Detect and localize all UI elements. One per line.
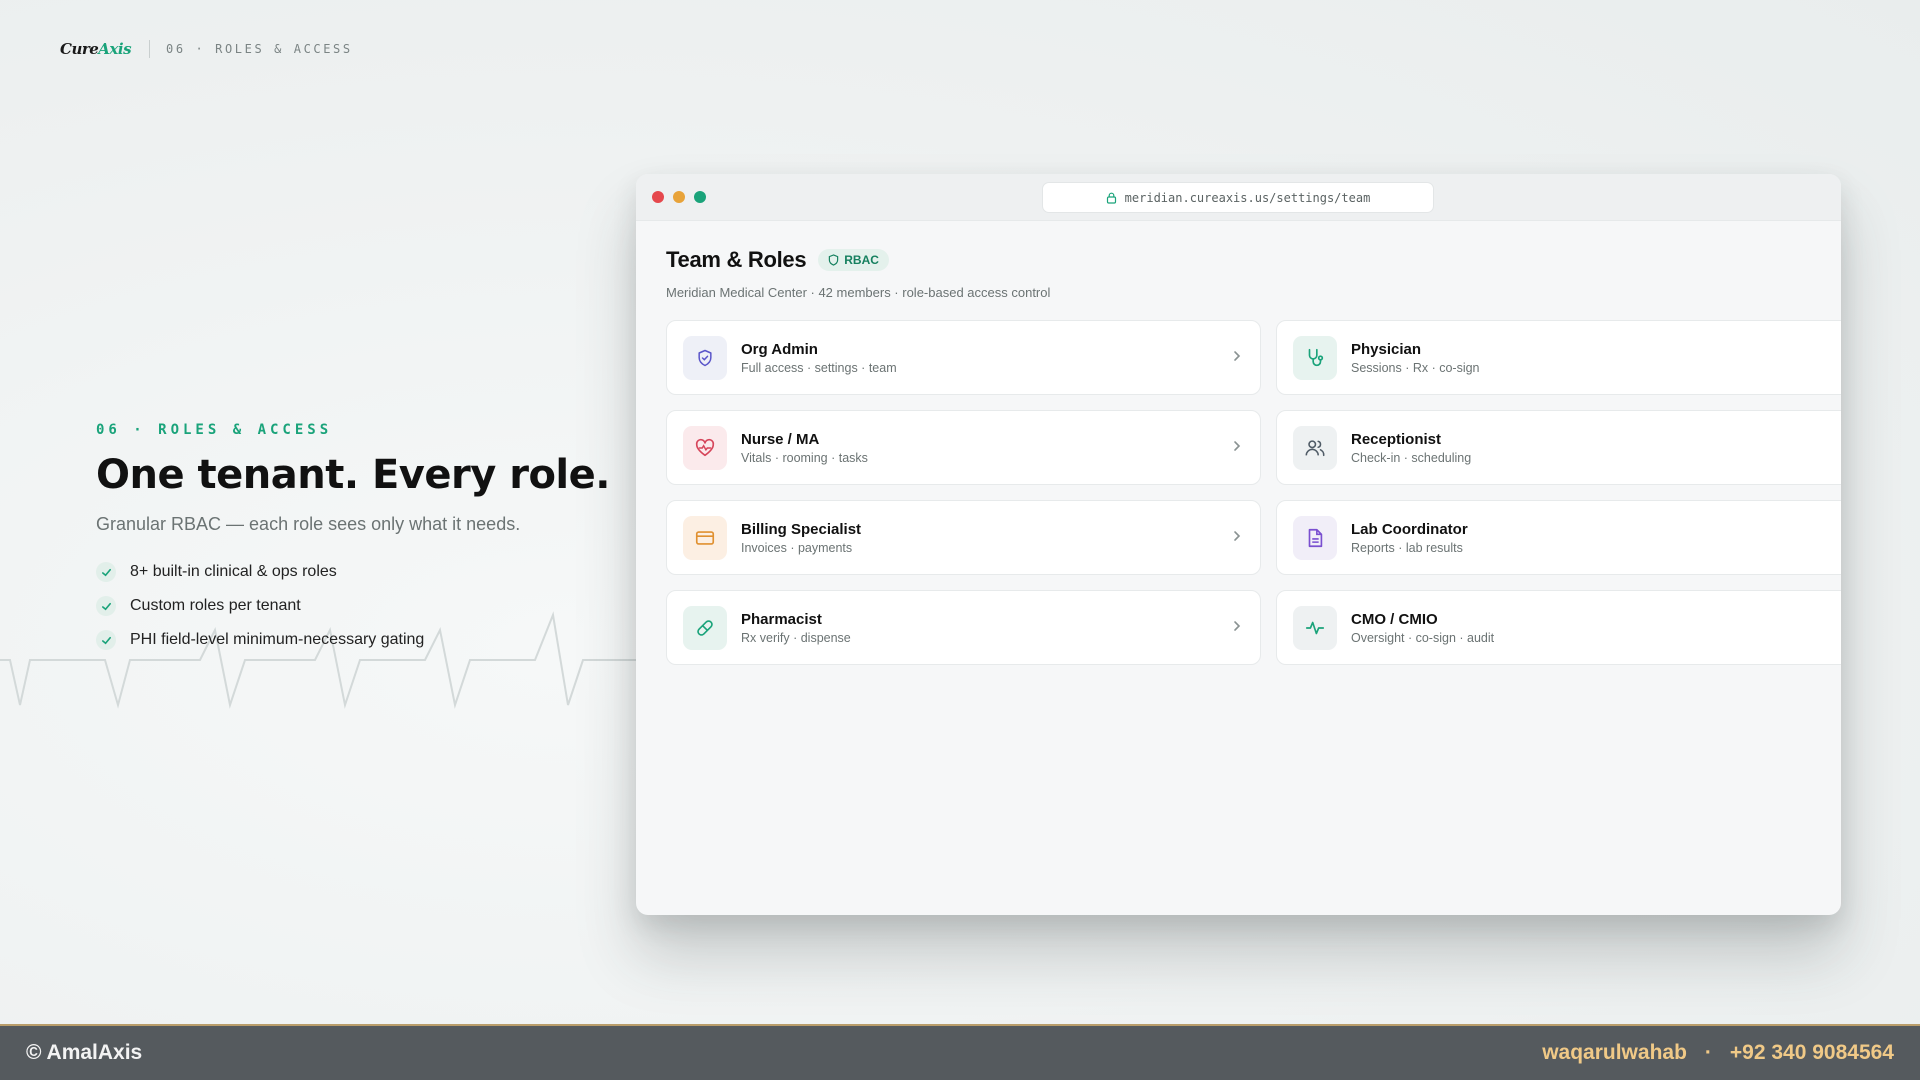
heart-pulse-icon — [683, 425, 727, 470]
separator: · — [1704, 1041, 1712, 1064]
browser-chrome: meridian.cureaxis.us/settings/team — [636, 174, 1841, 221]
stethoscope-icon — [1293, 335, 1337, 380]
brand-header: CureAxis 06 · ROLES & ACCESS — [60, 40, 353, 58]
feature-label: 8+ built-in clinical & ops roles — [130, 563, 337, 580]
cureaxis-logo: CureAxis — [60, 40, 132, 58]
role-description: Full access · settings · team — [741, 360, 897, 375]
role-description: Sessions · Rx · co-sign — [1351, 360, 1480, 375]
feature-list: 8+ built-in clinical & ops roles Custom … — [96, 555, 616, 657]
role-card-org-admin[interactable]: Org Admin Full access · settings · team — [666, 320, 1261, 395]
role-name: Receptionist — [1351, 430, 1442, 448]
role-description: Vitals · rooming · tasks — [741, 450, 868, 465]
section-kicker: 06 · ROLES & ACCESS — [166, 42, 353, 56]
chevron-right-icon — [1234, 621, 1241, 631]
minimize-window-button[interactable] — [673, 191, 685, 203]
role-card-cmo-cmio[interactable]: CMO / CMIO Oversight · co-sign · audit — [1276, 590, 1841, 665]
address-bar[interactable]: meridian.cureaxis.us/settings/team — [1042, 182, 1434, 213]
copyright-text: © AmalAxis — [26, 1041, 143, 1064]
feature-item: 8+ built-in clinical & ops roles — [96, 555, 616, 589]
role-name: Physician — [1351, 340, 1422, 358]
roles-grid: Org Admin Full access · settings · team … — [666, 320, 1841, 665]
role-name: CMO / CMIO — [1351, 610, 1438, 628]
check-icon — [96, 630, 116, 650]
credit-card-icon — [683, 515, 727, 560]
check-icon — [96, 596, 116, 616]
role-description: Rx verify · dispense — [741, 630, 851, 645]
role-card-nurse-ma[interactable]: Nurse / MA Vitals · rooming · tasks — [666, 410, 1261, 485]
badge-label: RBAC — [844, 253, 879, 267]
author-name: waqarulwahab — [1542, 1041, 1687, 1064]
role-card-lab-coordinator[interactable]: Lab Coordinator Reports · lab results — [1276, 500, 1841, 575]
feature-item: Custom roles per tenant — [96, 589, 616, 623]
hero-kicker: 06 · ROLES & ACCESS — [96, 422, 333, 438]
brand-divider — [149, 40, 151, 58]
shield-icon — [829, 254, 839, 266]
role-description: Check-in · scheduling — [1351, 450, 1472, 465]
phone-number: +92 340 9084564 — [1729, 1041, 1894, 1064]
users-icon — [1293, 425, 1337, 470]
page-header: Team & Roles RBAC — [666, 247, 1811, 273]
rbac-badge: RBAC — [818, 249, 889, 271]
page-title: Team & Roles — [666, 247, 807, 272]
chevron-right-icon — [1234, 441, 1241, 451]
browser-window: meridian.cureaxis.us/settings/team Team … — [636, 174, 1841, 915]
role-name: Nurse / MA — [741, 430, 820, 448]
role-name: Billing Specialist — [741, 520, 862, 538]
contact-info: waqarulwahab · +92 340 9084564 — [1542, 1041, 1894, 1065]
role-card-billing-specialist[interactable]: Billing Specialist Invoices · payments — [666, 500, 1261, 575]
pill-icon — [683, 605, 727, 650]
feature-item: PHI field-level minimum-necessary gating — [96, 623, 616, 657]
activity-icon — [1293, 605, 1337, 650]
hero-subtitle: Granular RBAC — each role sees only what… — [96, 514, 521, 534]
shield-check-icon — [683, 335, 727, 380]
role-name: Org Admin — [741, 340, 818, 358]
url-text: meridian.cureaxis.us/settings/team — [1124, 190, 1371, 205]
role-card-pharmacist[interactable]: Pharmacist Rx verify · dispense — [666, 590, 1261, 665]
role-description: Reports · lab results — [1351, 540, 1463, 555]
org-meta: Meridian Medical Center · 42 members · r… — [666, 285, 1051, 300]
chevron-right-icon — [1234, 351, 1241, 361]
hero-headline: One tenant. Every role. — [96, 452, 610, 498]
chevron-right-icon — [1234, 531, 1241, 541]
feature-label: PHI field-level minimum-necessary gating — [130, 631, 425, 648]
hero-section: 06 · ROLES & ACCESS One tenant. Every ro… — [96, 422, 616, 657]
role-description: Oversight · co-sign · audit — [1351, 630, 1495, 645]
role-name: Lab Coordinator — [1351, 520, 1468, 538]
role-card-physician[interactable]: Physician Sessions · Rx · co-sign — [1276, 320, 1841, 395]
close-window-button[interactable] — [652, 191, 664, 203]
maximize-window-button[interactable] — [694, 191, 706, 203]
team-roles-page: Team & Roles RBAC Meridian Medical Cente… — [636, 221, 1841, 691]
lock-icon — [1106, 192, 1116, 204]
check-icon — [96, 562, 116, 582]
role-description: Invoices · payments — [741, 540, 853, 555]
role-card-receptionist[interactable]: Receptionist Check-in · scheduling — [1276, 410, 1841, 485]
role-name: Pharmacist — [741, 610, 822, 628]
feature-label: Custom roles per tenant — [130, 597, 301, 614]
document-icon — [1293, 515, 1337, 560]
footer-bar: © AmalAxis waqarulwahab · +92 340 908456… — [0, 1024, 1920, 1080]
